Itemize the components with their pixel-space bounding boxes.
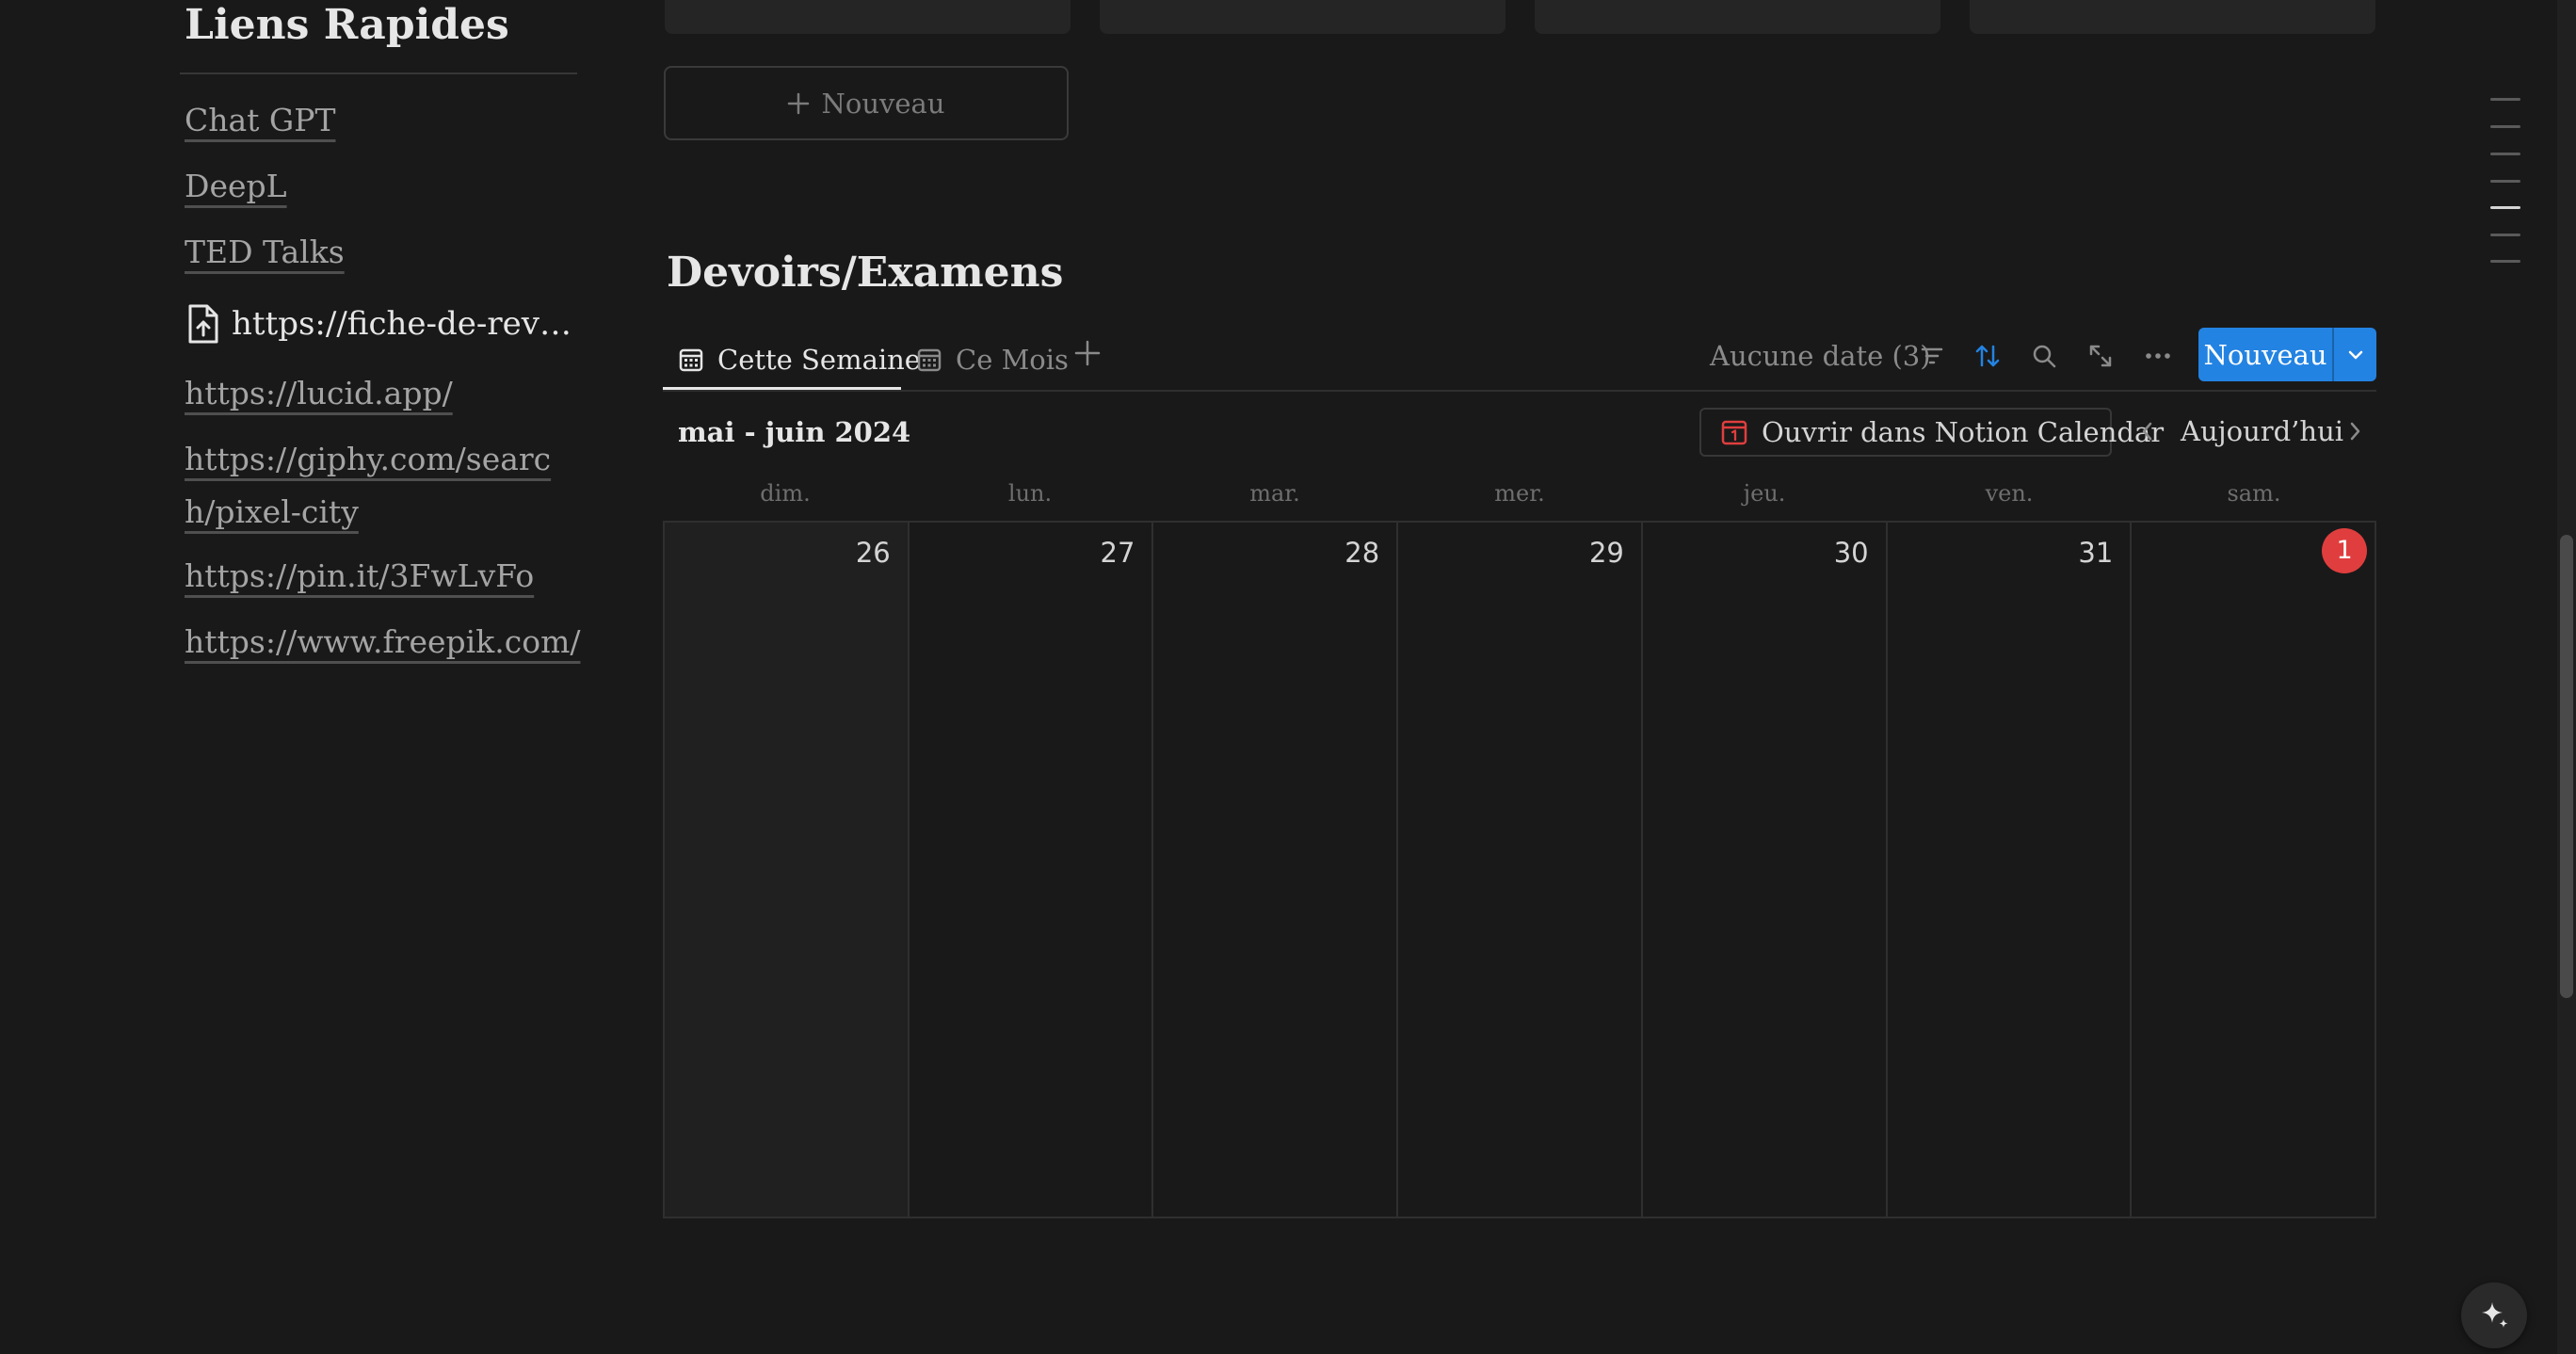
board-card[interactable] [1970,0,2375,34]
day-number: 26 [855,537,891,569]
notion-calendar-icon [1720,418,1748,446]
tab-cette-semaine[interactable]: Cette Semaine [678,330,921,390]
file-upload-icon [185,303,222,345]
table-of-contents-line[interactable] [2490,125,2520,128]
open-in-notion-calendar-label: Ouvrir dans Notion Calendar [1762,416,2165,448]
weekday-label: mar. [1249,480,1300,507]
day-number: 31 [2078,537,2114,569]
link-fiche-de-revision[interactable]: https://fiche-de-revisio... [185,298,580,350]
tab-ce-mois[interactable]: Ce Mois [916,330,1069,390]
previous-week-button[interactable] [2133,411,2162,452]
table-of-contents-line-active[interactable] [2490,206,2520,209]
weekday-label: lun. [1007,480,1053,507]
table-of-contents-line[interactable] [2490,180,2520,183]
calendar-week-grid: 26 27 28 29 30 31 1 [663,521,2376,1218]
open-in-notion-calendar-button[interactable]: Ouvrir dans Notion Calendar [1699,408,2164,457]
table-of-contents-line[interactable] [2490,234,2520,236]
plus-icon [787,92,810,115]
weekday-label: ven. [1985,480,2034,507]
calendar-day-cell[interactable]: 30 [1640,523,1886,1217]
board-new-card-label: Nouveau [821,87,945,120]
calendar-range-label: mai - juin 2024 [678,416,911,448]
quick-links-title: Liens Rapides [185,1,509,49]
tab-cette-semaine-label: Cette Semaine [717,344,921,376]
link-fiche-de-revision-label: https://fiche-de-revisio... [232,305,580,343]
calendar-icon [916,347,942,373]
calendar-day-cell[interactable]: 26 [665,523,908,1217]
link-deepl[interactable]: DeepL [185,160,287,213]
sparkle-icon [2477,1298,2511,1332]
link-pinterest[interactable]: https://pin.it/3FwLvFo [185,550,534,603]
more-icon[interactable] [2137,335,2179,377]
board-card[interactable] [1535,0,1940,34]
link-chat-gpt[interactable]: Chat GPT [185,94,336,147]
weekday-header: dim. lun. mar. mer. jeu. ven. sam. [663,475,2376,512]
link-ted-talks[interactable]: TED Talks [185,226,345,279]
calendar-day-cell[interactable]: 27 [907,523,1152,1217]
day-number: 28 [1344,537,1380,569]
weekday-label: dim. [760,480,811,507]
calendar-day-cell-today[interactable]: 1 [2130,523,2375,1217]
day-number: 27 [1100,537,1135,569]
tabs-divider [663,390,2376,392]
chevron-right-icon [2345,420,2364,443]
calendar-day-cell[interactable]: 28 [1151,523,1396,1217]
new-entry-button[interactable]: Nouveau [2198,328,2376,381]
table-of-contents-line[interactable] [2490,98,2520,101]
calendar-day-cell[interactable]: 31 [1885,523,2131,1217]
link-freepik[interactable]: https://www.freepik.com/ [185,616,580,669]
weekday-label: jeu. [1743,480,1786,507]
sort-icon[interactable] [1967,335,2008,377]
day-number: 29 [1588,537,1624,569]
search-icon[interactable] [2023,335,2065,377]
link-lucid[interactable]: https://lucid.app/ [185,367,453,420]
chevron-down-icon[interactable] [2334,328,2376,381]
tab-ce-mois-label: Ce Mois [956,344,1069,376]
table-of-contents-line[interactable] [2490,153,2520,155]
ai-assistant-button[interactable] [2461,1282,2527,1348]
chevron-left-icon [2138,420,2157,443]
today-day-badge: 1 [2322,528,2368,573]
expand-icon[interactable] [2080,335,2121,377]
calendar-day-cell[interactable]: 29 [1396,523,1641,1217]
database-title[interactable]: Devoirs/Examens [667,249,1063,297]
plus-icon [1073,339,1102,367]
day-number: 30 [1833,537,1869,569]
quick-links-divider [180,73,577,74]
calendar-icon [678,347,704,373]
weekday-label: sam. [2227,480,2281,507]
new-entry-label: Nouveau [2203,338,2327,371]
link-giphy[interactable]: https://giphy.com/search/pixel-city [185,433,580,539]
weekday-label: mer. [1494,480,1545,507]
today-button[interactable]: Aujourd’hui [2181,411,2343,452]
filter-icon[interactable] [1911,335,1953,377]
add-view-button[interactable] [1073,330,1102,377]
board-card[interactable] [1100,0,1505,34]
board-card[interactable] [665,0,1071,34]
board-new-card-button[interactable]: Nouveau [664,66,1069,140]
next-week-button[interactable] [2341,411,2369,452]
scrollbar-thumb[interactable] [2560,535,2573,998]
table-of-contents-line[interactable] [2490,260,2520,263]
no-date-button[interactable]: Aucune date (3) [1710,335,1931,377]
